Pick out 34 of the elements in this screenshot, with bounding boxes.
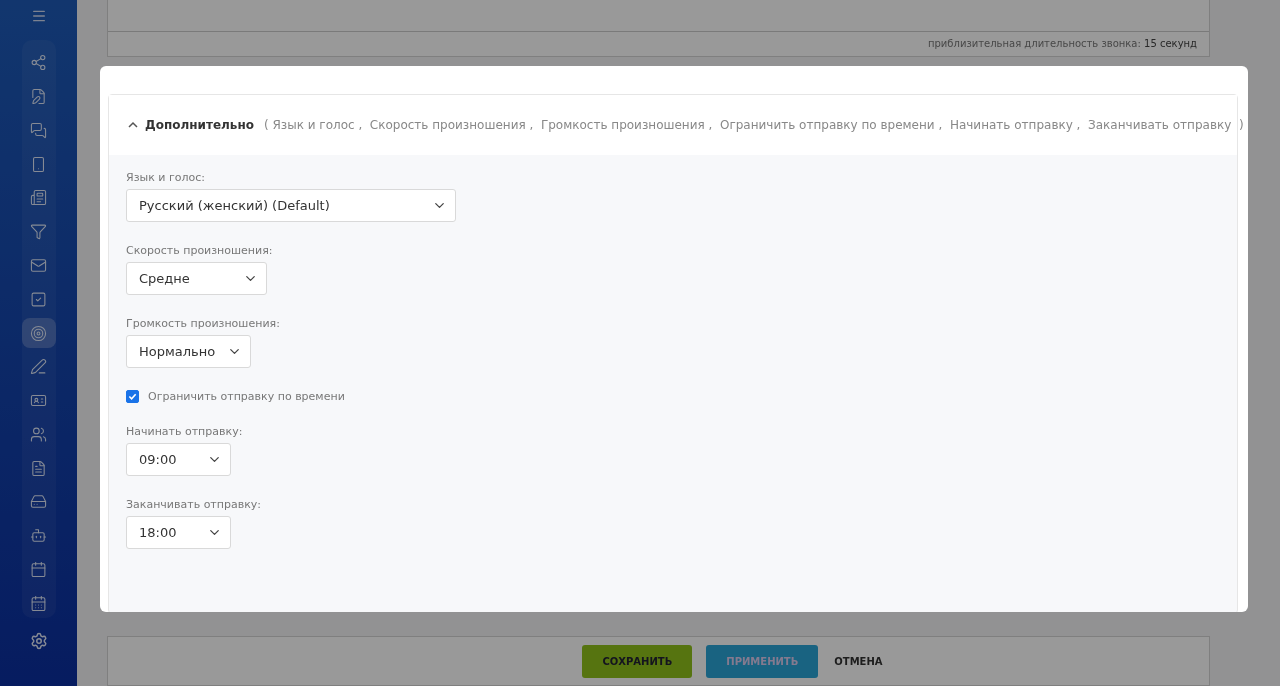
calendar-icon [30, 594, 47, 612]
checkbox-icon [30, 290, 47, 308]
menu-icon[interactable] [30, 8, 47, 24]
cancel-button[interactable]: ОТМЕНА [832, 644, 885, 678]
robot-icon [30, 527, 47, 545]
field-label: Заканчивать отправку: [126, 498, 263, 511]
select-field[interactable]: Русский (женский) (Default) [126, 189, 456, 222]
funnel-icon [30, 223, 47, 241]
device-icon [30, 155, 47, 173]
duration-note: приблизительная длительность звонка: 15 секунд [108, 31, 1209, 56]
field-label: Язык и голос: [126, 171, 206, 184]
checkbox-label: Ограничить отправку по времени [148, 390, 345, 403]
checkbox[interactable] [126, 390, 139, 403]
users-icon [30, 425, 47, 443]
select-field[interactable]: 09:00 [126, 443, 231, 476]
chat-icon [30, 121, 47, 139]
section-title: Дополнительно [145, 118, 254, 132]
select-field[interactable]: Нормально [126, 335, 251, 368]
field-label: Скорость произношения: [126, 244, 274, 257]
target-icon [30, 324, 47, 342]
newspaper-icon [30, 189, 47, 207]
field-label: Громкость произношения: [126, 317, 281, 330]
file-edit-icon [30, 88, 47, 106]
network-icon [30, 54, 47, 72]
document-icon [30, 459, 47, 477]
section-summary: ( Язык и голос , Скорость произношения , Громкость произношения , Ограничить отправку по времени , Начинать отправку , Заканчивать отправку ) [263, 118, 1244, 132]
select-field[interactable]: 18:00 [126, 516, 231, 549]
select-field[interactable]: Средне [126, 262, 267, 295]
settings-icon[interactable] [29, 632, 48, 650]
mail-icon [30, 256, 47, 274]
field-label: Начинать отправку: [126, 425, 244, 438]
pen-icon [30, 358, 47, 376]
calendar-icon [30, 560, 47, 578]
drive-icon [30, 493, 47, 511]
